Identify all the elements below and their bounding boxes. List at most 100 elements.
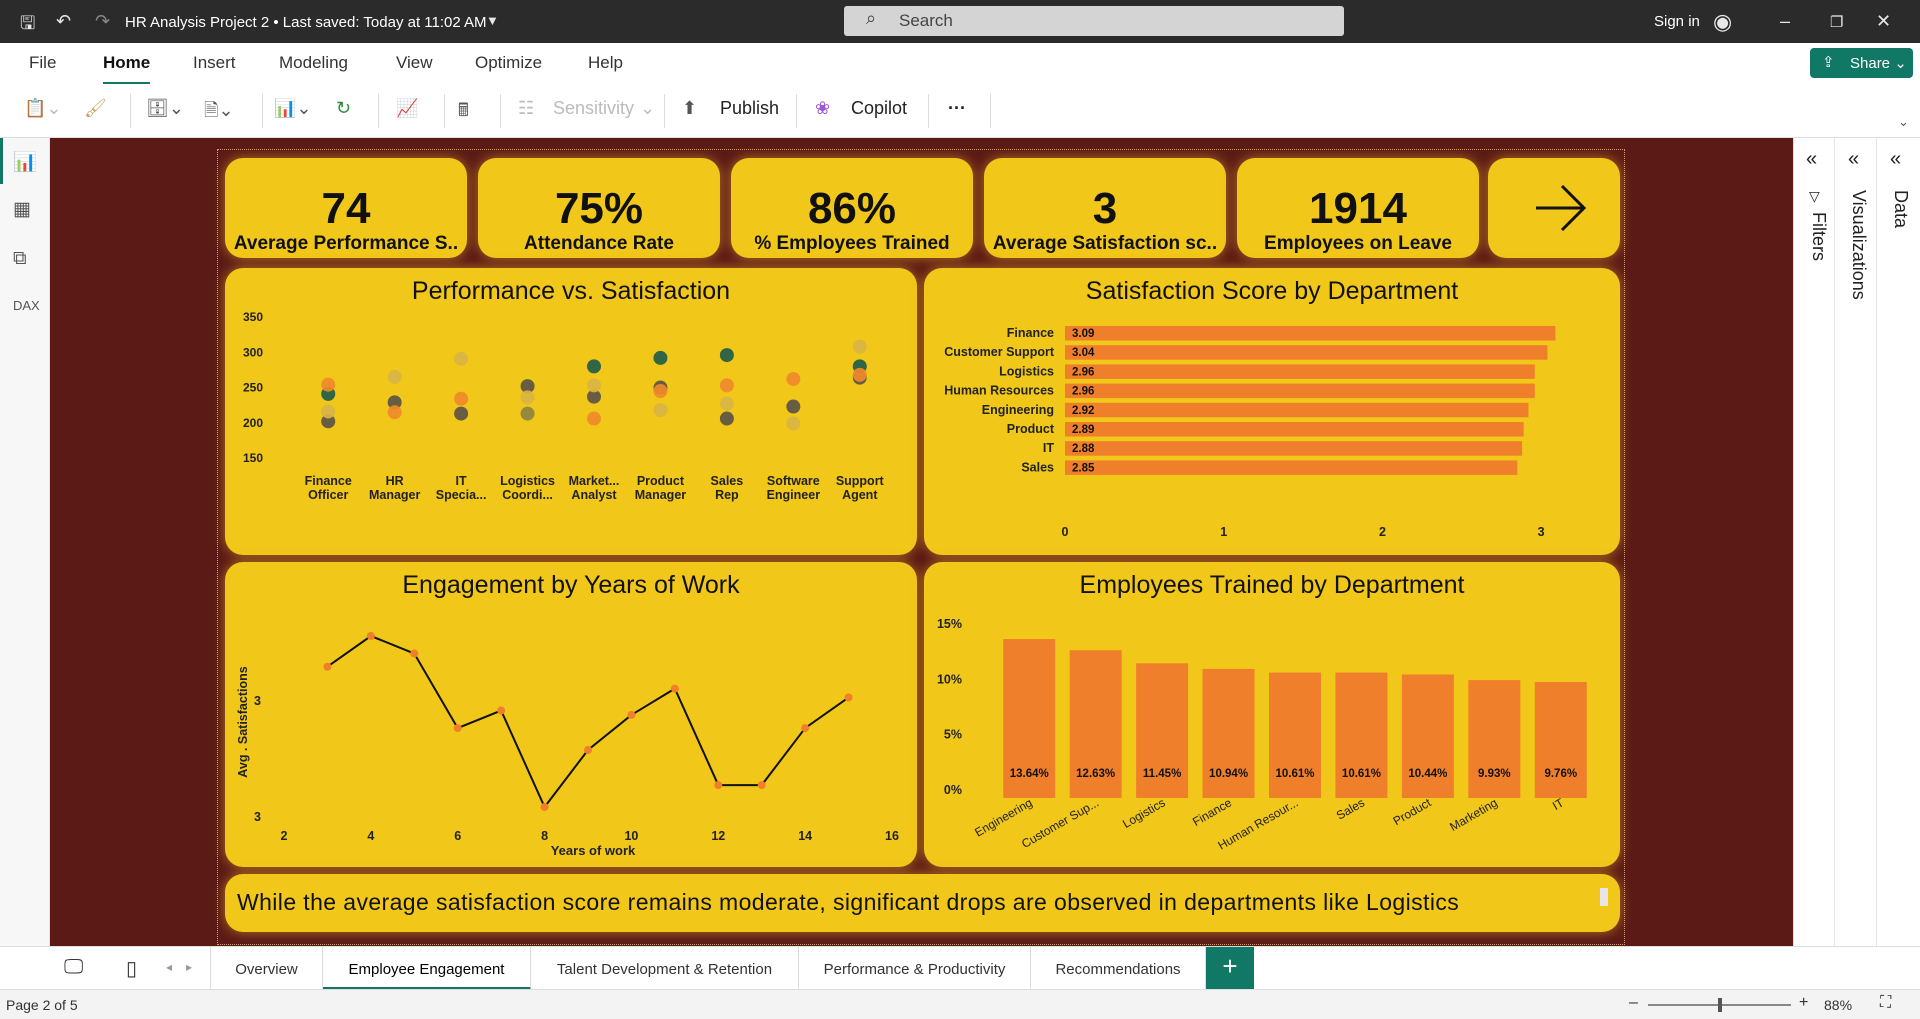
share-button[interactable]: ⇪ Share ⌄	[1810, 48, 1913, 78]
restore-icon[interactable]: ❐	[1830, 13, 1843, 31]
copilot-icon[interactable]: ❀	[815, 98, 830, 119]
filters-pane-tab[interactable]: Filters	[1808, 212, 1829, 261]
engagement-line-card[interactable]: Engagement by Years of Work 2 4 6 8 10 12 14 16…	[225, 562, 917, 867]
series-line	[326, 634, 850, 809]
close-icon[interactable]: ✕	[1876, 11, 1891, 32]
insight-text: While the average satisfaction score rem…	[237, 889, 1460, 915]
menu-optimize[interactable]: Optimize	[475, 53, 542, 73]
transform-data-icon[interactable]: 📊⌄	[274, 98, 312, 119]
paste-icon[interactable]: 📋⌄	[24, 98, 62, 119]
model-view-icon[interactable]: ⧉	[13, 248, 27, 270]
refresh-icon[interactable]: ↻	[336, 98, 351, 119]
menu-home[interactable]: Home	[103, 53, 151, 85]
zoom-slider[interactable]	[1648, 998, 1791, 1012]
line-point	[714, 781, 723, 790]
bar	[1065, 441, 1523, 456]
trained-column-chart: 0%5%10%15%13.64%Engineering12.63%Custome…	[937, 617, 1587, 853]
desktop-view-icon[interactable]: 🖵	[64, 956, 83, 979]
recent-sources-icon[interactable]: 🗎⌄	[204, 98, 234, 128]
share-icon: ⇪	[1822, 54, 1835, 71]
next-page-button[interactable]	[1488, 158, 1620, 258]
y-tick-label: 300	[243, 345, 263, 359]
kpi-card-attendance[interactable]: 75% Attendance Rate	[478, 158, 720, 258]
zoom-level: 88%	[1824, 997, 1853, 1013]
visualizations-pane-tab[interactable]: Visualizations	[1848, 190, 1869, 300]
satisfaction-bar-chart: Finance 3.09 Customer Support 3.04 Logistics…	[944, 326, 1556, 539]
chevron-down-icon[interactable]: ▼	[486, 13, 499, 28]
status-bar: Page 2 of 5 – + 88% ⛶	[0, 989, 1920, 1019]
kpi-card-performance[interactable]: 74 Average Performance S..	[225, 158, 467, 258]
trained-column-card[interactable]: Employees Trained by Department 0% 5% 10% 1…	[924, 562, 1620, 867]
new-visual-icon[interactable]: 📈	[396, 98, 418, 119]
document-title: HR Analysis Project 2 • Last saved: Toda…	[125, 14, 487, 31]
scatter-chart-card[interactable]: Performance vs. Satisfaction 150 200 250 30…	[225, 268, 917, 555]
account-icon[interactable]: ◉	[1713, 9, 1732, 35]
collapse-visualizations-icon[interactable]: «	[1848, 148, 1859, 171]
engagement-line-chart: 2 4 6 8 10 12 14 16 3 3 Years of work Avg . Satisfa…	[236, 632, 899, 858]
filter-icon: ▽	[1809, 188, 1820, 204]
arrow-right-icon	[1536, 184, 1587, 232]
menu-help[interactable]: Help	[588, 53, 623, 73]
collapse-ribbon-icon[interactable]: ⌄	[1898, 114, 1909, 130]
report-view-icon[interactable]: 📊	[13, 150, 37, 174]
kpi-card-trained[interactable]: 86% % Employees Trained	[731, 158, 973, 258]
menu-view[interactable]: View	[396, 53, 433, 73]
collapse-data-icon[interactable]: «	[1890, 148, 1901, 171]
share-label: Share	[1850, 55, 1891, 72]
zoom-out-button[interactable]: –	[1629, 994, 1638, 1012]
category-label: Logistics	[999, 364, 1054, 378]
get-data-icon[interactable]: 🗄⌄	[146, 98, 184, 119]
menu-modeling[interactable]: Modeling	[279, 53, 348, 73]
more-options-button[interactable]: ···	[948, 98, 966, 119]
kpi-card-leave[interactable]: 1914 Employees on Leave	[1237, 158, 1479, 258]
minimize-icon[interactable]: –	[1780, 11, 1790, 32]
category-label: Customer Support	[944, 345, 1055, 359]
scroll-right-icon[interactable]: ▸	[186, 960, 192, 974]
x-tick-label: Officer	[308, 488, 348, 502]
format-painter-icon[interactable]: 🖌	[84, 98, 107, 119]
publish-icon[interactable]: ⬆	[682, 98, 697, 119]
data-pane-tab[interactable]: Data	[1890, 190, 1911, 228]
bar	[1065, 326, 1556, 341]
view-switcher: 📊 ▦ ⧉ DAX	[0, 138, 50, 946]
x-tick-label: Product	[1391, 795, 1434, 828]
kpi-value: 1914	[1309, 184, 1407, 233]
redo-icon[interactable]: ↷	[95, 11, 110, 32]
collapse-filters-icon[interactable]: «	[1806, 148, 1817, 171]
menu-file[interactable]: File	[29, 53, 56, 73]
add-page-button[interactable]: +	[1206, 947, 1254, 990]
dax-query-icon[interactable]: DAX	[13, 298, 40, 313]
tab-performance-productivity[interactable]: Performance & Productivity	[799, 947, 1031, 990]
scroll-left-icon[interactable]: ◂	[166, 960, 172, 974]
scatter-point	[587, 411, 601, 426]
data-label: 3.09	[1072, 328, 1094, 340]
scatter-point	[520, 390, 535, 405]
publish-button[interactable]: Publish	[720, 98, 779, 119]
kpi-card-satisfaction[interactable]: 3 Average Satisfaction sc..	[984, 158, 1226, 258]
search-box[interactable]: ⌕ Search	[844, 6, 1344, 36]
menu-insert[interactable]: Insert	[193, 53, 236, 73]
copilot-button[interactable]: Copilot	[851, 98, 907, 119]
y-tick-label: 250	[243, 381, 263, 395]
mobile-view-icon[interactable]: ▯	[126, 956, 137, 981]
undo-icon[interactable]: ↶	[56, 11, 71, 32]
tab-overview[interactable]: Overview	[210, 947, 323, 990]
x-tick-label: Sales	[711, 474, 744, 488]
sign-in-link[interactable]: Sign in	[1654, 13, 1700, 30]
calculator-icon[interactable]: 🖩	[458, 98, 469, 128]
data-label: 2.92	[1072, 405, 1094, 417]
table-view-icon[interactable]: ▦	[13, 198, 31, 221]
save-icon[interactable]: 🖫	[20, 11, 35, 41]
line-point	[757, 781, 766, 790]
y-tick-label: 350	[243, 310, 263, 324]
zoom-in-button[interactable]: +	[1799, 994, 1808, 1012]
scrollbar[interactable]	[1600, 888, 1608, 906]
tab-talent-development[interactable]: Talent Development & Retention	[531, 947, 799, 990]
tab-employee-engagement[interactable]: Employee Engagement	[323, 947, 531, 990]
y-tick-label: 150	[243, 451, 263, 465]
scatter-chart: 150200250300350FinanceOfficerHRManagerIT…	[243, 310, 885, 502]
fit-to-page-icon[interactable]: ⛶	[1880, 994, 1891, 1012]
scatter-point	[387, 405, 402, 420]
satisfaction-bar-card[interactable]: Satisfaction Score by Department Finance…	[924, 268, 1620, 555]
tab-recommendations[interactable]: Recommendations	[1031, 947, 1206, 990]
